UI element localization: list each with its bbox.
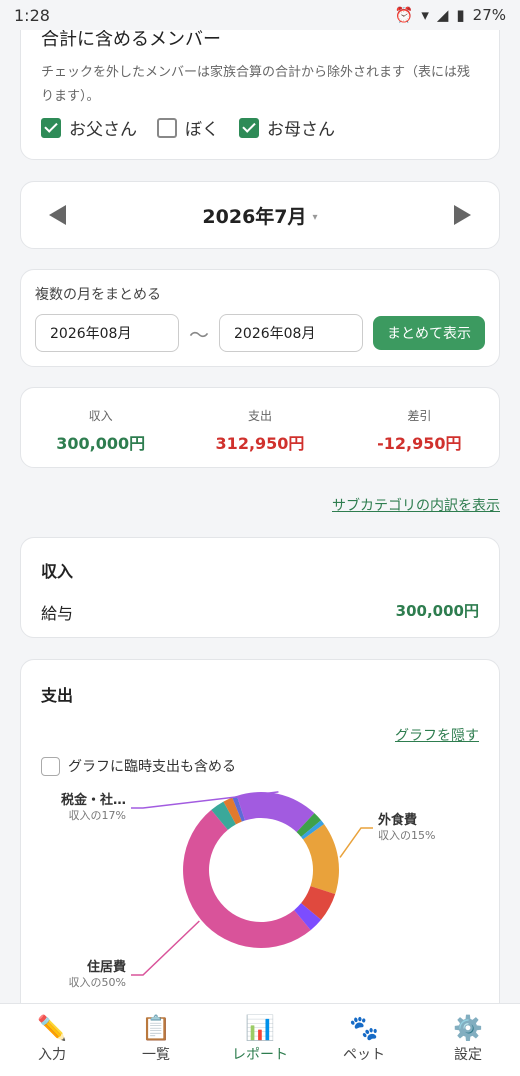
summary-diff-label: 差引 — [407, 409, 432, 423]
month-selector[interactable]: 2026年7月 ▾ — [202, 202, 317, 229]
month-nav-card: 2026年7月 ▾ — [20, 181, 500, 249]
donut-leader-line — [131, 920, 200, 976]
combine-button[interactable]: まとめて表示 — [373, 316, 485, 350]
members-description: チェックを外したメンバーは家族合算の合計から除外されます（表には残ります）。 — [41, 65, 471, 104]
include-temp-checkbox[interactable] — [41, 756, 60, 776]
income-title: 収入 — [41, 562, 74, 581]
nav-report[interactable]: 📊 レポート — [208, 1004, 312, 1076]
summary-income-label: 収入 — [88, 409, 113, 423]
range-to-field[interactable]: 2026年08月 — [219, 314, 363, 352]
summary-diff: 差引 -12,950円 — [340, 407, 499, 467]
nav-report-label: レポート — [232, 1047, 288, 1063]
summary-income: 収入 300,000円 — [21, 407, 180, 467]
donut-slice-0 — [183, 809, 311, 948]
summary-expense-label: 支出 — [247, 409, 272, 423]
member-mother[interactable]: お母さん — [239, 115, 335, 140]
clipboard-icon: 📋 — [141, 1014, 171, 1042]
nav-pet[interactable]: 🐾 ペット — [312, 1004, 416, 1076]
range-separator: 〜 — [189, 322, 209, 347]
income-row: 給与 300,000円 — [41, 600, 479, 624]
income-row-amount: 300,000円 — [395, 602, 479, 620]
range-label: 複数の月をまとめる — [35, 287, 161, 303]
status-time: 1:28 — [14, 5, 50, 25]
next-month-icon[interactable] — [453, 205, 471, 225]
nav-input-label: 入力 — [38, 1047, 66, 1063]
wifi-icon: ▾ — [421, 6, 429, 24]
nav-list[interactable]: 📋 一覧 — [104, 1004, 208, 1076]
pencil-icon: ✏️ — [37, 1014, 67, 1042]
member-me[interactable]: ぼく — [157, 115, 219, 140]
nav-settings-label: 設定 — [454, 1047, 482, 1063]
donut-label: 税金・社… — [61, 792, 126, 808]
nav-input[interactable]: ✏️ 入力 — [0, 1004, 104, 1076]
nav-pet-label: ペット — [343, 1047, 385, 1063]
include-temp-option[interactable]: グラフに臨時支出も含める — [41, 756, 236, 776]
income-row-label: 給与 — [41, 604, 74, 623]
bottom-nav: ✏️ 入力 📋 一覧 📊 レポート 🐾 ペット ⚙️ 設定 — [0, 1003, 520, 1076]
summary-expense-value: 312,950円 — [215, 434, 305, 453]
member-me-checkbox[interactable] — [157, 117, 177, 138]
member-mother-checkbox[interactable] — [239, 117, 259, 138]
signal-icon: ◢ — [436, 6, 449, 24]
status-bar: 1:28 ⏰ ▾ ◢ ▮ 27% — [0, 0, 520, 30]
donut-leader-line — [339, 827, 373, 858]
paw-icon: 🐾 — [349, 1014, 379, 1042]
prev-month-icon[interactable] — [49, 205, 66, 225]
member-mother-label: お母さん — [267, 120, 335, 140]
range-card: 複数の月をまとめる 2026年08月 〜 2026年08月 まとめて表示 — [20, 269, 500, 367]
member-me-label: ぼく — [185, 120, 219, 140]
expense-title: 支出 — [41, 686, 74, 705]
nav-settings[interactable]: ⚙️ 設定 — [416, 1004, 520, 1076]
include-temp-label: グラフに臨時支出も含める — [68, 759, 236, 775]
chevron-down-icon: ▾ — [312, 211, 318, 223]
hide-graph-link[interactable]: グラフを隠す — [395, 725, 479, 745]
donut-label: 住居費 — [87, 959, 126, 975]
battery-icon: ▮ — [456, 6, 465, 24]
alarm-icon: ⏰ — [394, 6, 414, 24]
member-father[interactable]: お父さん — [41, 115, 137, 140]
nav-list-label: 一覧 — [142, 1047, 170, 1063]
donut-label-note: 収入の50% — [69, 976, 126, 989]
member-father-checkbox[interactable] — [41, 117, 61, 138]
subcategory-link[interactable]: サブカテゴリの内訳を表示 — [332, 495, 500, 515]
income-card: 収入 給与 300,000円 — [20, 537, 500, 638]
summary-expense: 支出 312,950円 — [180, 407, 339, 467]
summary-diff-value: -12,950円 — [377, 434, 462, 453]
chart-icon: 📊 — [245, 1014, 275, 1042]
member-father-label: お父さん — [69, 120, 137, 140]
summary-income-value: 300,000円 — [56, 434, 146, 453]
current-month: 2026年7月 — [202, 205, 307, 228]
donut-label: 外食費 — [377, 812, 417, 828]
gear-icon: ⚙️ — [453, 1014, 483, 1042]
summary-card: 収入 300,000円 支出 312,950円 差引 -12,950円 — [20, 387, 500, 468]
member-list: お父さん ぼく お母さん — [41, 115, 479, 140]
donut-label-note: 収入の15% — [378, 829, 435, 842]
range-from-field[interactable]: 2026年08月 — [35, 314, 179, 352]
battery-percent: 27% — [472, 6, 506, 24]
donut-label-note: 収入の17% — [69, 809, 126, 822]
